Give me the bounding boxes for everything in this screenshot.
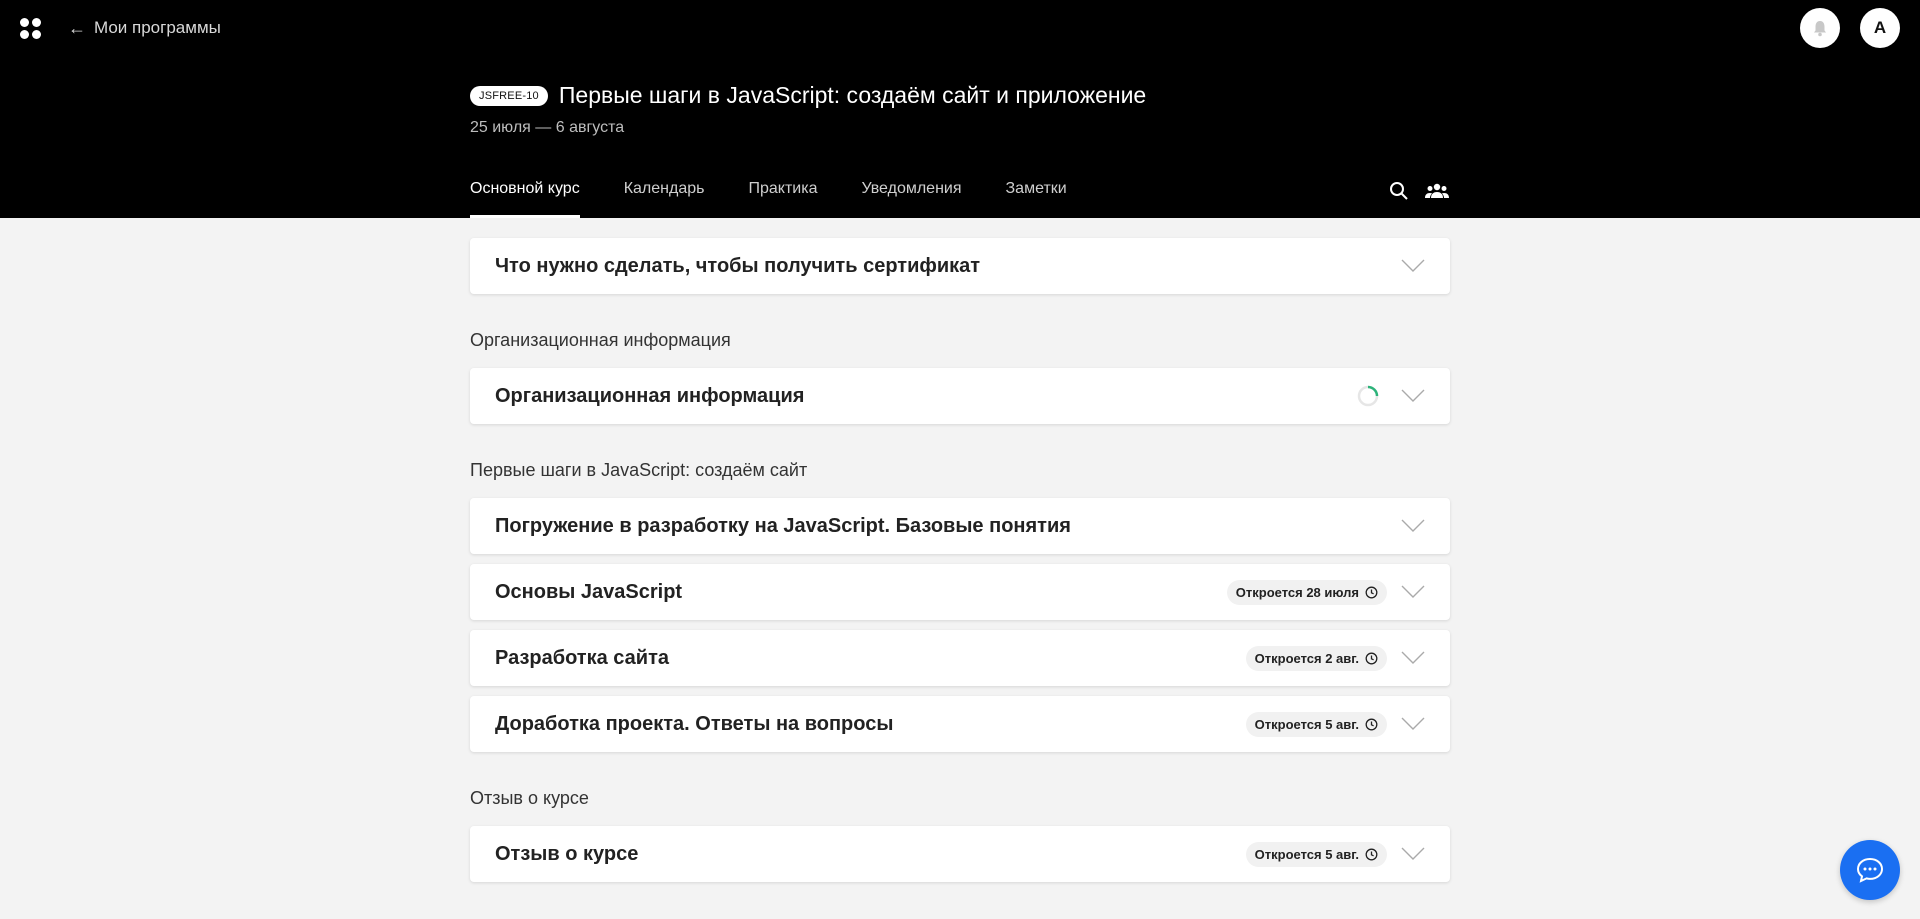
module-card[interactable]: Разработка сайта Откроется 2 авг. [470,630,1450,686]
course-code-badge: JSFREE-10 [470,85,548,106]
status-text: Откроется 2 авг. [1254,650,1359,666]
arrow-left-icon: ← [68,18,86,38]
module-card[interactable]: Отзыв о курсе Откроется 5 авг. [470,826,1450,882]
chevron-down-icon [1401,519,1425,532]
loading-spinner-icon [1357,385,1379,407]
section-label: Первые шаги в JavaScript: создаём сайт [470,460,808,480]
card-title: Организационная информация [495,384,805,407]
people-icon[interactable] [1424,178,1450,204]
apps-logo-icon[interactable] [20,18,41,39]
clock-icon [1365,848,1378,860]
notifications-button[interactable] [1800,8,1840,48]
certificate-card[interactable]: Что нужно сделать, чтобы получить сертиф… [470,238,1450,294]
clock-icon [1365,718,1378,730]
module-card[interactable]: Доработка проекта. Ответы на вопросы Отк… [470,696,1450,752]
back-to-programs-link[interactable]: ← Мои программы [68,18,221,38]
status-badge: Откроется 2 авг. [1245,645,1387,671]
chevron-down-icon [1401,585,1425,598]
bell-icon [1814,20,1826,36]
chevron-down-icon [1401,847,1425,860]
search-icon[interactable] [1386,178,1412,204]
card-title: Погружение в разработку на JavaScript. Б… [495,514,1071,537]
section-label: Организационная информация [470,330,731,350]
clock-icon [1365,652,1378,664]
card-title: Основы JavaScript [495,580,683,603]
course-dates: 25 июля — 6 августа [470,119,625,136]
top-header: ← Мои программы А JSFREE-10 Первые шаги … [0,0,1920,218]
tab-notes[interactable]: Заметки [1006,180,1067,218]
status-badge: Откроется 28 июля [1226,579,1387,605]
status-badge: Откроется 5 авг. [1245,711,1387,737]
course-tabs: Основной курс Календарь Практика Уведомл… [470,180,1067,218]
chat-button[interactable] [1840,840,1900,900]
tab-main-course[interactable]: Основной курс [470,180,580,218]
chevron-down-icon [1401,717,1425,730]
status-badge: Откроется 5 авг. [1245,841,1387,867]
card-title: Отзыв о курсе [495,842,639,865]
chevron-down-icon [1401,259,1425,272]
course-content: Что нужно сделать, чтобы получить сертиф… [470,238,1450,882]
tab-calendar[interactable]: Календарь [624,180,705,218]
tab-notifications[interactable]: Уведомления [861,180,961,218]
card-title: Разработка сайта [495,646,669,669]
chevron-down-icon [1401,651,1425,664]
card-title: Что нужно сделать, чтобы получить сертиф… [495,254,981,277]
status-text: Откроется 28 июля [1235,584,1359,600]
card-title: Доработка проекта. Ответы на вопросы [495,712,894,735]
back-label: Мои программы [94,18,221,37]
clock-icon [1365,586,1378,598]
avatar-letter: А [1873,18,1887,37]
tab-practice[interactable]: Практика [748,180,817,218]
module-card[interactable]: Организационная информация [470,368,1450,424]
status-text: Откроется 5 авг. [1254,716,1359,732]
avatar[interactable]: А [1860,8,1900,48]
section-label: Отзыв о курсе [470,788,589,808]
status-text: Откроется 5 авг. [1254,846,1359,862]
chat-bubble-icon [1856,857,1884,883]
course-heading: JSFREE-10 Первые шаги в JavaScript: созд… [470,82,1146,109]
module-card[interactable]: Погружение в разработку на JavaScript. Б… [470,498,1450,554]
course-title: Первые шаги в JavaScript: создаём сайт и… [558,82,1147,108]
chevron-down-icon [1401,389,1425,402]
module-card[interactable]: Основы JavaScript Откроется 28 июля [470,564,1450,620]
